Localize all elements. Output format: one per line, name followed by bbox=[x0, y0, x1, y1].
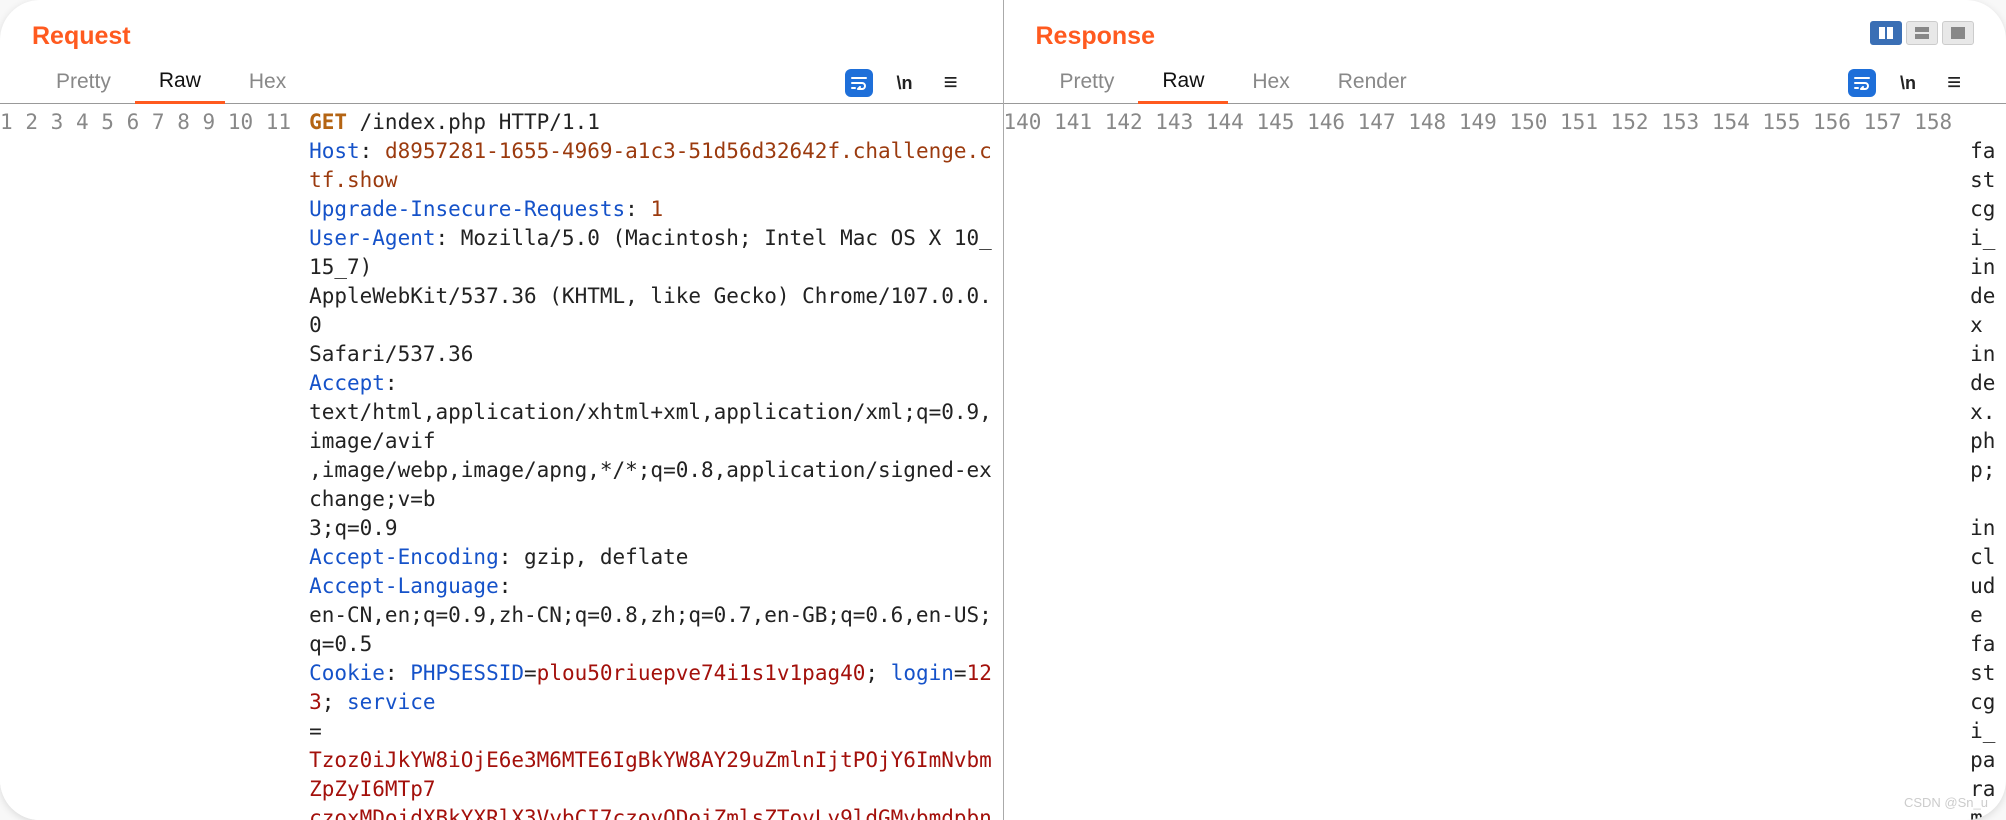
tab-raw[interactable]: Raw bbox=[1138, 63, 1228, 104]
header-val: gzip, deflate bbox=[524, 545, 688, 569]
hamburger-icon[interactable]: ≡ bbox=[1940, 69, 1968, 97]
wrap-icon[interactable] bbox=[845, 69, 873, 97]
request-title: Request bbox=[32, 22, 131, 51]
layout-single[interactable] bbox=[1942, 21, 1974, 45]
header-key: Cookie bbox=[309, 661, 385, 685]
tab-pretty[interactable]: Pretty bbox=[1036, 64, 1139, 102]
request-editor[interactable]: 1 2 3 4 5 6 7 8 9 10 11 GET /index.php H… bbox=[0, 104, 1003, 820]
request-tab-bar: Pretty Raw Hex \n ≡ bbox=[0, 55, 1003, 104]
accept-val: ,image/webp,image/apng,*/*;q=0.8,applica… bbox=[309, 456, 994, 514]
request-pane: Request Pretty Raw Hex \n ≡ 1 2 3 4 5 6 … bbox=[0, 0, 1004, 820]
header-key: Accept bbox=[309, 371, 385, 395]
layout-split-horizontal[interactable] bbox=[1906, 21, 1938, 45]
layout-split-vertical[interactable] bbox=[1870, 21, 1902, 45]
newline-icon[interactable]: \n bbox=[1894, 69, 1922, 97]
code-line: include fastcgi_params; bbox=[1970, 485, 1998, 820]
code-line: fastcgi_index index.php; bbox=[1970, 108, 1998, 485]
cookie-b64: czoxMDoidXBkYXRlX3VybCI7czoyODoiZmlsZTov… bbox=[309, 804, 994, 820]
response-title: Response bbox=[1036, 22, 1155, 51]
tab-hex[interactable]: Hex bbox=[1228, 64, 1313, 102]
watermark: CSDN @Sn_u bbox=[1904, 795, 1988, 810]
http-path: /index.php HTTP/1.1 bbox=[347, 110, 600, 134]
tab-raw[interactable]: Raw bbox=[135, 63, 225, 104]
cookie-key: PHPSESSID bbox=[410, 661, 524, 685]
hamburger-icon[interactable]: ≡ bbox=[937, 69, 965, 97]
tab-hex[interactable]: Hex bbox=[225, 64, 310, 102]
accept-val: text/html,application/xhtml+xml,applicat… bbox=[309, 398, 994, 456]
cookie-key: login bbox=[891, 661, 954, 685]
newline-icon[interactable]: \n bbox=[891, 69, 919, 97]
http-method: GET bbox=[309, 110, 347, 134]
cookie-eq: = bbox=[309, 719, 322, 743]
header-key: Accept-Language bbox=[309, 574, 499, 598]
response-editor[interactable]: 140 141 142 143 144 145 146 147 148 149 … bbox=[1004, 104, 2006, 820]
ua-cont: AppleWebKit/537.36 (KHTML, like Gecko) C… bbox=[309, 282, 994, 340]
tab-pretty[interactable]: Pretty bbox=[32, 64, 135, 102]
wrap-icon[interactable] bbox=[1848, 69, 1876, 97]
cookie-val: plou50riuepve74i1s1v1pag40 bbox=[537, 661, 866, 685]
request-gutter: 1 2 3 4 5 6 7 8 9 10 11 bbox=[0, 104, 301, 820]
header-key: Upgrade-Insecure-Requests bbox=[309, 197, 625, 221]
header-val: d8957281-1655-4969-a1c3-51d56d32642f.cha… bbox=[309, 139, 992, 192]
header-key: Accept-Encoding bbox=[309, 545, 499, 569]
tab-render[interactable]: Render bbox=[1314, 64, 1431, 102]
response-tab-bar: Pretty Raw Hex Render \n ≡ bbox=[1004, 55, 2006, 104]
header-val: 1 bbox=[650, 197, 663, 221]
layout-toggles bbox=[1870, 21, 1974, 45]
accept-val: 3;q=0.9 bbox=[309, 514, 994, 543]
response-gutter: 140 141 142 143 144 145 146 147 148 149 … bbox=[1004, 104, 1963, 820]
al-val: en-CN,en;q=0.9,zh-CN;q=0.8,zh;q=0.7,en-G… bbox=[309, 601, 994, 659]
request-code[interactable]: GET /index.php HTTP/1.1Host: d8957281-16… bbox=[301, 104, 1002, 820]
response-pane: Response Pretty Raw Hex Render \n ≡ 140 … bbox=[1004, 0, 2006, 820]
response-code[interactable]: fastcgi_index index.php; include fastcgi… bbox=[1962, 104, 2006, 820]
header-key: Host bbox=[309, 139, 360, 163]
ua-cont: Safari/537.36 bbox=[309, 340, 994, 369]
cookie-b64: Tzoz0iJkYW8iOjE6e3M6MTE6IgBkYW8AY29uZmln… bbox=[309, 746, 994, 804]
cookie-key: service bbox=[347, 690, 436, 714]
